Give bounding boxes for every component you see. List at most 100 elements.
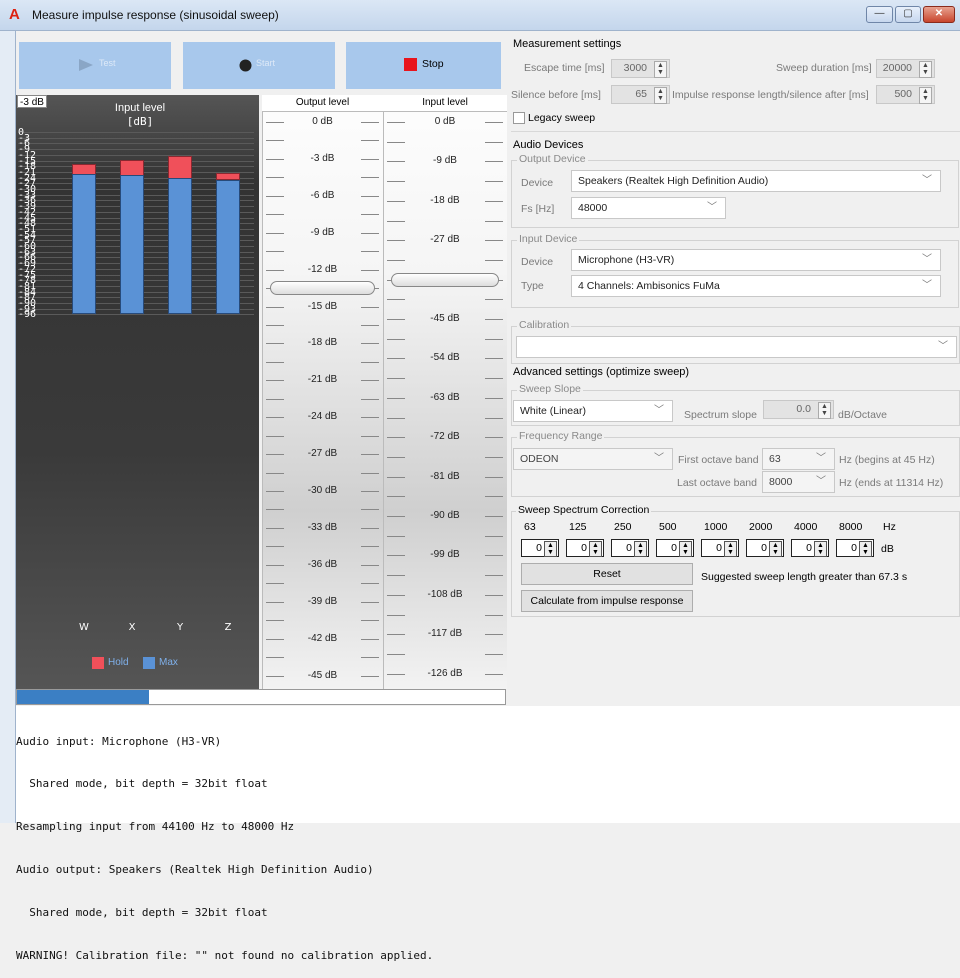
spinner-arrows-icon[interactable]: ▲ ▼ <box>919 61 932 78</box>
level-label: -54 dB <box>430 352 460 364</box>
band-gain-spinner[interactable]: 0 ▲ ▼ <box>611 539 649 557</box>
spinner-arrows-icon[interactable]: ▲ ▼ <box>634 541 647 557</box>
level-minor-mark <box>266 361 284 363</box>
level-minor-mark <box>361 324 379 326</box>
chevron-down-icon: ﹀ <box>922 175 932 186</box>
reset-button[interactable]: Reset <box>521 563 693 585</box>
maximize-button[interactable]: ▢ <box>895 6 921 23</box>
level-label: -9 dB <box>310 226 335 238</box>
fs-select[interactable]: 48000 ﹀ <box>571 197 726 219</box>
meter-gridline <box>18 132 254 133</box>
calibration-select[interactable]: ﹀ <box>516 336 957 358</box>
output-device-value: Speakers (Realtek High Definition Audio) <box>578 175 769 187</box>
test-button[interactable]: Test <box>19 42 171 89</box>
output-device-group-title: Output Device <box>517 153 588 165</box>
level-minor-mark <box>266 620 284 622</box>
calculate-from-ir-button[interactable]: Calculate from impulse response <box>521 590 693 612</box>
band-gain-value: 0 <box>716 542 722 554</box>
spinner-arrows-icon[interactable]: ▲ ▼ <box>544 541 557 557</box>
legacy-sweep-checkbox[interactable] <box>513 112 525 124</box>
band-gain-spinner[interactable]: 0 ▲ ▼ <box>521 539 559 557</box>
level-minor-mark <box>361 251 379 253</box>
band-label: 2000 <box>749 521 773 533</box>
spinner-arrows-icon[interactable]: ▲ ▼ <box>654 61 667 78</box>
level-minor-mark <box>387 338 405 340</box>
spinner-arrows-icon[interactable]: ▲ ▼ <box>589 541 602 557</box>
band-gain-value: 0 <box>671 542 677 554</box>
band-gain-spinner[interactable]: 0 ▲ ▼ <box>656 539 694 557</box>
stop-button[interactable]: Stop <box>346 42 501 89</box>
input-level-header: Input level <box>383 95 507 112</box>
first-band-note: Hz (begins at 45 Hz) <box>839 454 935 466</box>
spectrum-slope-spinner[interactable]: 0.0 ▲ ▼ <box>763 400 834 419</box>
level-minor-mark <box>485 614 503 616</box>
level-minor-mark <box>361 546 379 548</box>
level-minor-mark <box>361 177 379 179</box>
ir-length-spinner[interactable]: 500 ▲ ▼ <box>876 85 935 104</box>
input-device-select[interactable]: Microphone (H3-VR) ﹀ <box>571 249 941 271</box>
progress-bar <box>16 689 506 705</box>
last-band-value: 8000 <box>769 476 793 488</box>
sweep-duration-spinner[interactable]: 20000 ▲ ▼ <box>876 59 935 78</box>
title-bar[interactable]: A Measure impulse response (sinusoidal s… <box>0 0 960 31</box>
spinner-arrows-icon[interactable]: ▲ ▼ <box>818 402 831 419</box>
level-mark <box>266 527 284 529</box>
meter-gridline <box>18 137 254 139</box>
spinner-arrows-icon[interactable]: ▲ ▼ <box>859 541 872 557</box>
level-mark <box>361 638 379 640</box>
sweep-slope-select[interactable]: White (Linear) ﹀ <box>513 400 673 422</box>
level-minor-mark <box>266 583 284 585</box>
level-minor-mark <box>387 299 405 301</box>
spinner-arrows-icon[interactable]: ▲ ▼ <box>724 541 737 557</box>
band-gain-spinner[interactable]: 0 ▲ ▼ <box>791 539 829 557</box>
band-gain-spinner[interactable]: 0 ▲ ▼ <box>701 539 739 557</box>
spinner-arrows-icon[interactable]: ▲ ▼ <box>769 541 782 557</box>
level-minor-mark <box>485 181 503 183</box>
max-legend-label: Max <box>159 657 178 668</box>
level-mark <box>266 343 284 345</box>
meter-gridline <box>18 314 254 316</box>
max-bar-z <box>216 179 240 315</box>
level-mark <box>266 122 284 123</box>
level-label: -99 dB <box>430 549 460 561</box>
level-minor-mark <box>361 140 379 142</box>
max-bar-w <box>72 173 96 315</box>
level-label: -39 dB <box>307 595 338 607</box>
spinner-arrows-icon[interactable]: ▲ ▼ <box>679 541 692 557</box>
level-mark <box>361 232 379 234</box>
hold-bar-x <box>120 159 144 176</box>
level-minor-mark <box>485 535 503 537</box>
spinner-arrows-icon[interactable]: ▲ ▼ <box>654 87 667 104</box>
level-mark <box>266 675 284 677</box>
output-device-select[interactable]: Speakers (Realtek High Definition Audio)… <box>571 170 941 192</box>
frequency-range-select[interactable]: ODEON ﹀ <box>513 448 673 470</box>
level-mark <box>485 358 503 360</box>
log-output[interactable]: Audio input: Microphone (H3-VR) Shared m… <box>16 706 960 962</box>
minimize-button[interactable]: — <box>866 6 893 23</box>
slider-thumb[interactable] <box>391 272 499 287</box>
level-minor-mark <box>266 324 284 326</box>
spinner-arrows-icon[interactable]: ▲ ▼ <box>814 541 827 557</box>
first-band-select[interactable]: 63 ﹀ <box>762 448 835 470</box>
output-device-label: Device <box>521 177 554 189</box>
last-band-select[interactable]: 8000 ﹀ <box>762 471 835 493</box>
band-gain-spinner[interactable]: 0 ▲ ▼ <box>746 539 784 557</box>
divider <box>511 131 960 132</box>
level-minor-mark <box>387 535 405 537</box>
band-label: 4000 <box>794 521 818 533</box>
level-mark <box>387 319 405 320</box>
level-minor-mark <box>485 338 503 340</box>
meter-title-line2: [dB] <box>126 115 154 128</box>
silence-before-spinner[interactable]: 65 ▲ ▼ <box>611 85 670 104</box>
band-gain-spinner[interactable]: 0 ▲ ▼ <box>566 539 604 557</box>
start-button[interactable]: Start <box>183 42 335 89</box>
close-button[interactable]: ✕ <box>923 6 955 23</box>
spinner-arrows-icon[interactable]: ▲ ▼ <box>919 87 932 104</box>
type-select[interactable]: 4 Channels: Ambisonics FuMa ﹀ <box>571 275 941 297</box>
escape-time-spinner[interactable]: 3000 ▲ ▼ <box>611 59 670 78</box>
sweep-length-suggestion: Suggested sweep length greater than 67.3… <box>701 571 908 583</box>
band-gain-spinner[interactable]: 0 ▲ ▼ <box>836 539 874 557</box>
level-mark <box>361 601 379 603</box>
slider-thumb[interactable] <box>270 281 375 295</box>
level-minor-mark <box>361 472 379 474</box>
